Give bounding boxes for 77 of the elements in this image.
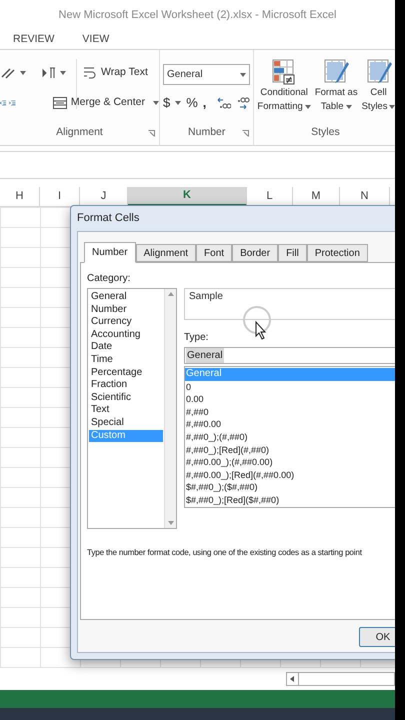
category-item[interactable]: Scientific <box>89 392 163 404</box>
format-code-item[interactable]: $#,##0_);[Red]($#,##0) <box>185 494 395 507</box>
comma-button[interactable]: , <box>202 93 206 113</box>
style-button[interactable]: Format as Table <box>314 58 359 114</box>
scroll-up-icon[interactable] <box>168 292 174 296</box>
dialog-launcher-icon[interactable] <box>242 130 250 137</box>
decrease-decimal-icon[interactable] <box>217 97 232 109</box>
number-format-dropdown[interactable]: General <box>163 64 250 85</box>
dialog-tab[interactable]: Number <box>84 242 136 263</box>
scroll-down-icon[interactable] <box>168 521 174 525</box>
scroll-left-icon[interactable] <box>290 676 294 682</box>
ribbon-tab[interactable]: VIEW <box>82 32 110 48</box>
category-item[interactable]: Percentage <box>89 366 163 380</box>
cell-brush-icon <box>366 58 392 86</box>
scrollbar[interactable] <box>164 289 176 528</box>
table-brush-icon <box>323 58 350 86</box>
category-item[interactable]: Date <box>89 341 163 354</box>
format-code-item[interactable]: 0 <box>185 380 395 394</box>
category-item[interactable]: Currency <box>89 316 163 329</box>
format-code-item[interactable]: #,##0.00 <box>185 418 395 431</box>
sample-group: Sample <box>184 288 395 320</box>
ribbon-tab[interactable]: REVIEW <box>13 32 54 48</box>
category-item[interactable]: General <box>89 291 163 304</box>
merge-center-button[interactable]: Merge & Center <box>52 95 159 111</box>
type-label: Type: <box>184 331 210 345</box>
caret-icon <box>60 71 66 75</box>
category-item[interactable]: Text <box>89 404 163 417</box>
format-code-item[interactable]: #,##0 <box>185 406 395 418</box>
caret-icon <box>153 101 159 105</box>
group-label: Alignment <box>56 125 103 140</box>
dialog-tab[interactable]: Fill <box>278 244 307 262</box>
format-code-item[interactable]: 0.00 <box>185 393 395 406</box>
merge-cells-icon <box>52 97 67 109</box>
group-label: Number <box>188 125 226 140</box>
percent-button[interactable]: % <box>186 93 198 113</box>
currency-button[interactable]: $ <box>163 93 170 113</box>
category-item[interactable]: Special <box>89 416 163 430</box>
increase-decimal-icon[interactable] <box>236 97 250 109</box>
dialog-title: Format Cells <box>77 211 140 226</box>
category-item[interactable]: Time <box>89 354 163 367</box>
ok-button[interactable]: OK <box>359 627 395 647</box>
column-header[interactable]: H <box>0 187 40 206</box>
decrease-indent-icon[interactable] <box>0 98 6 108</box>
caret-icon <box>389 105 395 109</box>
category-item[interactable]: Fraction <box>89 379 163 392</box>
format-code-item[interactable]: #,##0_);[Red](#,##0) <box>185 444 395 456</box>
dialog-tab[interactable]: Border <box>232 244 278 262</box>
caret-icon <box>346 105 352 109</box>
format-code-item[interactable]: #,##0.00_);(#,##0.00) <box>185 456 395 469</box>
dialog-tab[interactable]: Protection <box>306 244 368 262</box>
description-text: Type the number format code, using one of the existing codes as a starting point <box>87 547 363 559</box>
caret-icon <box>240 72 246 76</box>
format-code-item[interactable]: $#,##0_);($#,##0) <box>185 481 395 494</box>
orientation-icon[interactable] <box>0 67 16 79</box>
dialog-tab[interactable]: Font <box>196 244 232 262</box>
caret-icon <box>175 101 182 105</box>
dialog-launcher-icon[interactable] <box>148 130 155 137</box>
style-button[interactable]: Cell Styles <box>360 58 395 114</box>
format-code-item[interactable]: #,##0.00_);[Red](#,##0.00) <box>185 468 395 482</box>
paragraph-icon[interactable] <box>42 67 56 79</box>
format-code-item[interactable]: #,##0_);(#,##0) <box>185 430 395 444</box>
horizontal-scrollbar[interactable] <box>286 672 395 686</box>
column-header[interactable]: K <box>128 187 247 206</box>
caret-icon <box>304 105 311 109</box>
category-item[interactable]: Accounting <box>89 328 163 342</box>
caret-icon <box>20 71 26 75</box>
category-item[interactable]: Number <box>89 304 163 316</box>
increase-indent-icon[interactable] <box>9 98 16 108</box>
category-label: Category: <box>87 272 132 286</box>
conditional-formatting-icon <box>271 58 298 86</box>
dialog-tab[interactable]: Alignment <box>136 244 196 262</box>
wrap-text-button[interactable]: Wrap Text <box>83 65 148 81</box>
wrap-text-icon <box>83 67 97 79</box>
window-title: New Microsoft Excel Worksheet (2).xlsx - Microsoft Excel <box>58 8 336 23</box>
style-button[interactable]: Conditional Formatting <box>256 58 312 114</box>
type-field[interactable]: General <box>184 347 395 364</box>
group-label: Styles <box>311 125 340 140</box>
